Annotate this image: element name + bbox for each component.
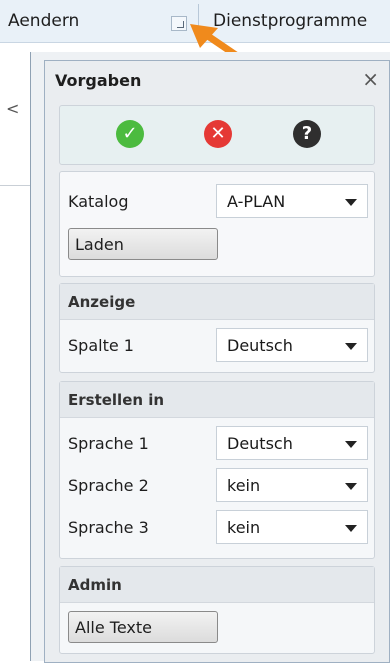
sprache-row: Sprache 3 kein	[68, 510, 368, 546]
katalog-group: Katalog A-PLAN Laden	[59, 171, 375, 277]
admin-header: Admin	[60, 567, 374, 603]
katalog-select-value: A-PLAN	[227, 191, 286, 211]
left-strip: <	[0, 43, 30, 661]
sprache-1-select[interactable]: Deutsch	[216, 426, 368, 460]
laden-button[interactable]: Laden	[68, 228, 218, 260]
panel-title: Vorgaben	[55, 71, 142, 90]
cancel-x-icon[interactable]: ✕	[204, 120, 232, 148]
chevron-down-icon	[345, 199, 357, 206]
anzeige-group: Anzeige Spalte 1 Deutsch	[59, 283, 375, 373]
chevron-down-icon	[345, 483, 357, 490]
spalte-select[interactable]: Deutsch	[216, 328, 368, 362]
katalog-row: Katalog A-PLAN	[68, 184, 368, 220]
ok-check-icon[interactable]: ✓	[116, 120, 144, 148]
chevron-down-icon	[345, 441, 357, 448]
close-icon[interactable]: ×	[362, 67, 379, 91]
sprache-select-value: kein	[227, 517, 261, 537]
ribbon-tab-aendern[interactable]: Aendern	[8, 0, 79, 42]
left-divider	[0, 185, 30, 186]
erstellen-header: Erstellen in	[60, 382, 374, 418]
actions-group: ✓ ✕ ?	[59, 105, 375, 165]
help-question-icon[interactable]: ?	[293, 120, 321, 148]
chevron-down-icon	[345, 525, 357, 532]
vorgaben-panel: Vorgaben × ✓ ✕ ? Katalog A-PLAN Laden An…	[44, 60, 390, 663]
ribbon-tab-aendern-label: Aendern	[8, 11, 80, 31]
katalog-label: Katalog	[68, 192, 129, 211]
sprache-2-select[interactable]: kein	[216, 468, 368, 502]
spalte-label: Spalte 1	[68, 336, 134, 355]
chevron-down-icon	[345, 343, 357, 350]
erstellen-group: Erstellen in Sprache 1 Deutsch Sprache 2…	[59, 381, 375, 559]
alle-texte-button[interactable]: Alle Texte	[68, 611, 218, 643]
sprache-select-value: Deutsch	[227, 433, 293, 453]
sprache-row: Sprache 1 Deutsch	[68, 426, 368, 462]
collapse-chevron-icon[interactable]: <	[6, 99, 19, 118]
sprache-select-value: kein	[227, 475, 261, 495]
sprache-3-select[interactable]: kein	[216, 510, 368, 544]
admin-group: Admin Alle Texte	[59, 566, 375, 654]
spalte-select-value: Deutsch	[227, 335, 293, 355]
spalte-row: Spalte 1 Deutsch	[68, 328, 368, 364]
sprache-label: Sprache 3	[68, 518, 149, 537]
sprache-label: Sprache 2	[68, 476, 149, 495]
katalog-select[interactable]: A-PLAN	[216, 184, 368, 218]
anzeige-header: Anzeige	[60, 284, 374, 320]
sprache-label: Sprache 1	[68, 434, 149, 453]
sprache-row: Sprache 2 kein	[68, 468, 368, 504]
